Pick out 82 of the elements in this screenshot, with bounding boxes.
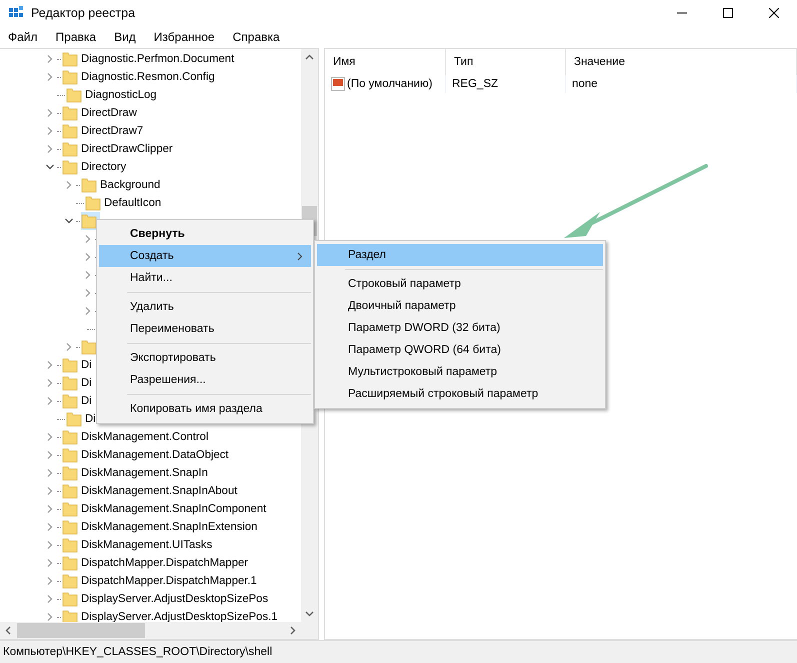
context-menu-item[interactable]: Переименовать (99, 318, 311, 340)
window-title: Редактор реестра (31, 6, 136, 20)
tree-node[interactable]: Di (62, 374, 95, 392)
folder-icon (62, 51, 78, 67)
folder-icon (81, 339, 97, 355)
tree-node[interactable]: DiskManagement.DataObject (62, 446, 232, 464)
tree-node[interactable]: DisplayServer.AdjustDesktopSizePos.1 (62, 608, 281, 622)
folder-icon (81, 177, 97, 193)
column-header[interactable]: Имя (325, 49, 446, 75)
menu-item[interactable]: Избранное (148, 27, 220, 47)
folder-icon (62, 573, 78, 589)
folder-icon (62, 555, 78, 571)
tree-node[interactable]: DiskManagement.UITasks (62, 536, 216, 554)
tree-node[interactable]: Diagnostic.Perfmon.Document (62, 50, 238, 68)
tree-node[interactable]: DiskManagement.Control (62, 428, 212, 446)
maximize-icon (723, 8, 733, 18)
scrollbar-thumb[interactable] (17, 623, 145, 638)
column-header[interactable]: Тип (446, 49, 566, 75)
submenu-item[interactable]: Параметр QWORD (64 бита) (317, 339, 603, 361)
tree-node[interactable]: DirectDrawClipper (62, 140, 176, 158)
folder-icon (62, 159, 78, 175)
folder-icon (62, 447, 78, 463)
submenu-item[interactable]: Мультистроковый параметр (317, 361, 603, 383)
folder-icon (81, 213, 97, 229)
tree-node[interactable]: DirectDraw7 (62, 122, 146, 140)
menu-item[interactable]: Справка (228, 27, 285, 47)
column-header[interactable]: Значение (566, 49, 797, 75)
string-value-icon (331, 77, 345, 91)
folder-icon (62, 375, 78, 391)
folder-icon (85, 195, 101, 211)
type-cell: REG_SZ (446, 75, 566, 93)
folder-icon (62, 591, 78, 607)
folder-icon (62, 105, 78, 121)
context-menu-item[interactable]: Удалить (99, 296, 311, 318)
close-icon (769, 8, 779, 18)
tree-node[interactable]: DispatchMapper.DispatchMapper (62, 554, 252, 572)
tree-node[interactable]: Diagnostic.Resmon.Config (62, 68, 218, 86)
menu-item[interactable]: Вид (109, 27, 141, 47)
tree-node[interactable]: Directory (62, 158, 130, 176)
folder-icon (62, 483, 78, 499)
menu-item[interactable]: Файл (3, 27, 43, 47)
folder-icon (62, 465, 78, 481)
horizontal-scrollbar[interactable] (0, 622, 301, 639)
tree-node[interactable]: DiskManagement.SnapInExtension (62, 518, 260, 536)
tree-node[interactable]: DiskManagement.SnapIn (62, 464, 211, 482)
folder-icon (62, 141, 78, 157)
status-bar: Компьютер\HKEY_CLASSES_ROOT\Directory\shell (0, 640, 797, 663)
folder-icon (62, 393, 78, 409)
name-cell: (По умолчанию) (325, 75, 446, 93)
context-menu-item[interactable]: Разрешения... (99, 369, 311, 391)
tree-node[interactable]: DirectDraw (62, 104, 140, 122)
folder-icon (62, 537, 78, 553)
context-menu-item[interactable]: Создать (99, 245, 311, 267)
folder-icon (62, 429, 78, 445)
tree-node[interactable]: Di (66, 410, 99, 428)
context-menu-item[interactable]: Найти... (99, 267, 311, 289)
folder-icon (62, 501, 78, 517)
menu-item[interactable]: Правка (50, 27, 102, 47)
folder-icon (62, 123, 78, 139)
context-menu-item[interactable]: Копировать имя раздела (99, 398, 311, 420)
value-cell: none (566, 75, 797, 93)
folder-icon (62, 519, 78, 535)
tree-node[interactable]: Di (62, 392, 95, 410)
tree-node[interactable]: DiskManagement.SnapInAbout (62, 482, 240, 500)
context-menu-item[interactable]: Экспортировать (99, 347, 311, 369)
tree-node[interactable]: DispatchMapper.DispatchMapper.1 (62, 572, 260, 590)
tree-node[interactable]: DiskManagement.SnapInComponent (62, 500, 270, 518)
submenu-item[interactable]: Двоичный параметр (317, 295, 603, 317)
submenu-item[interactable]: Строковый параметр (317, 273, 603, 295)
submenu-item[interactable]: Расширяемый строковый параметр (317, 383, 603, 405)
tree-node[interactable]: Di (62, 356, 95, 374)
folder-icon (62, 69, 78, 85)
tree-node[interactable]: Background (81, 176, 164, 194)
context-menu-item[interactable]: Свернуть (99, 223, 311, 245)
submenu-item[interactable]: Параметр DWORD (32 бита) (317, 317, 603, 339)
tree-node[interactable]: DefaultIcon (85, 194, 164, 212)
folder-icon (66, 411, 82, 427)
folder-icon (62, 357, 78, 373)
tree-node[interactable]: DiagnosticLog (66, 86, 160, 104)
submenu-item[interactable]: Раздел (317, 244, 603, 266)
tree-node[interactable]: DisplayServer.AdjustDesktopSizePos (62, 590, 272, 608)
folder-icon (66, 87, 82, 103)
